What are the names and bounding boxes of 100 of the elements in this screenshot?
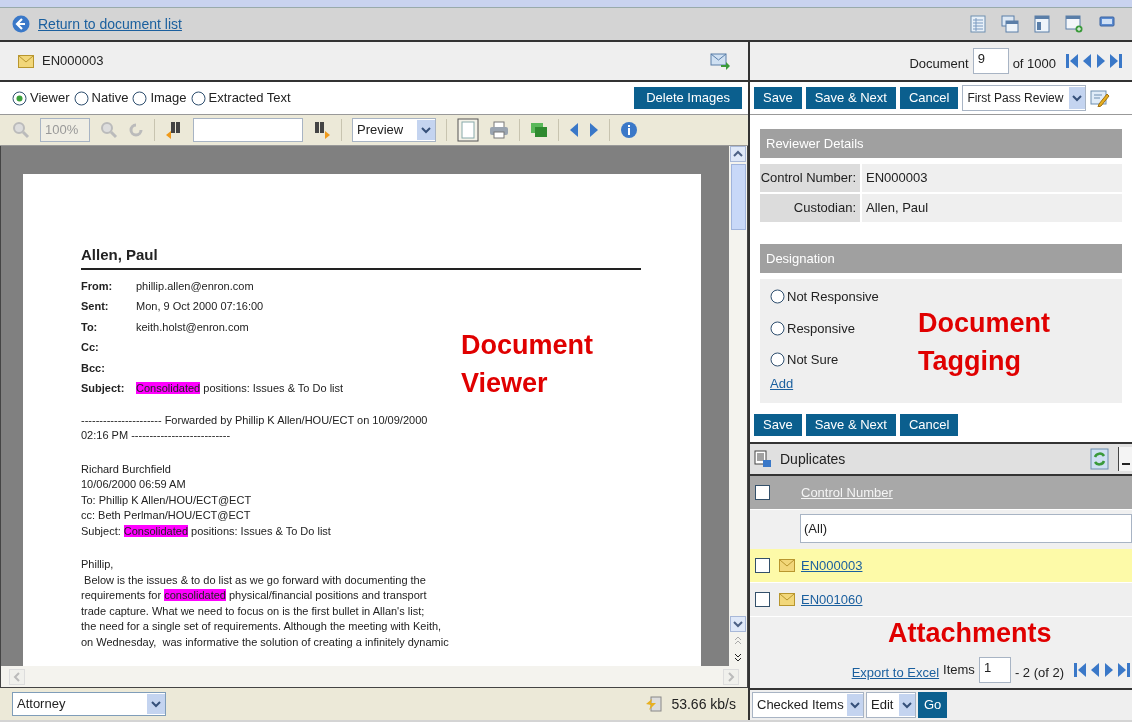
last-page-icon[interactable] (1118, 662, 1130, 678)
field-value: keith.holst@enron.com (136, 319, 249, 335)
layout-icon[interactable] (1034, 15, 1050, 33)
row-checkbox[interactable] (755, 592, 770, 607)
next-page-icon[interactable] (1096, 53, 1106, 69)
caret-icon (1072, 94, 1083, 102)
back-link[interactable]: Return to document list (38, 13, 182, 35)
table-row[interactable]: EN000003 (750, 549, 1132, 583)
refresh-icon[interactable] (1090, 448, 1110, 470)
next-page-icon[interactable] (589, 122, 599, 138)
view-mode-option[interactable]: Viewer (30, 88, 70, 108)
caret-icon (902, 701, 912, 709)
action-button[interactable]: Save & Next (805, 87, 896, 109)
field-label: Bcc: (81, 360, 106, 376)
designation-option[interactable]: Not Responsive (787, 287, 879, 307)
export-link[interactable]: Export to Excel (851, 663, 940, 683)
document-label: Document (909, 55, 969, 74)
document-line: 10/06/2000 06:59 AM (81, 477, 187, 492)
document-line: the need for a single set of requirements. Although the meeting with Keith, (81, 619, 443, 634)
document-list-icon (754, 450, 772, 468)
windows-icon[interactable] (1001, 15, 1019, 33)
next-page-icon[interactable] (1104, 662, 1114, 678)
find-previous-icon[interactable] (165, 121, 183, 139)
filter-field[interactable]: (All) (800, 514, 1132, 543)
previous-page-icon[interactable] (1090, 662, 1100, 678)
action-dropdown[interactable]: Edit (866, 692, 916, 718)
document-line: Phillip, (81, 557, 115, 572)
radio-icon[interactable] (770, 352, 785, 368)
field-label: To: (81, 319, 99, 335)
previous-page-icon[interactable] (1082, 53, 1092, 69)
document-line: cc: Beth Perlman/HOU/ECT@ECT (81, 508, 252, 523)
new-window-icon[interactable] (1065, 15, 1083, 33)
edit-layout-icon[interactable] (1090, 89, 1111, 107)
document-line: requirements for consolidated physical/financial positions and transport (81, 588, 428, 603)
first-page-icon[interactable] (1074, 662, 1086, 678)
connection-icon (645, 695, 664, 713)
document-number-field[interactable]: 9 (972, 48, 1009, 74)
document-line: ---------------------- Forwarded by Phillip K Allen/HOU/ECT on 10/09/2000 (81, 412, 429, 428)
document-line: on Wednesday, was informative the solution of creating a infinitely dynamic (81, 634, 450, 650)
annotation-label: Attachments (888, 617, 1052, 650)
first-page-icon[interactable] (1066, 53, 1078, 69)
print-icon[interactable] (489, 121, 509, 139)
field-value: Mon, 9 Oct 2000 07:16:00 (136, 299, 264, 314)
find-field[interactable] (193, 118, 303, 142)
designation-option[interactable]: Responsive (787, 318, 855, 338)
last-page-icon[interactable] (1110, 53, 1122, 69)
document-link[interactable]: EN000003 (799, 555, 863, 576)
document-line: To: Phillip K Allen/HOU/ECT@ECT (81, 492, 253, 508)
document-title: Allen, Paul (81, 244, 641, 270)
document-line: 02:16 PM --------------------------- (81, 428, 232, 443)
action-button[interactable]: Cancel (899, 87, 959, 109)
delete-images-button[interactable]: Delete Images (634, 87, 742, 109)
document-link[interactable]: EN001060 (799, 589, 863, 610)
field-label: Cc: (81, 340, 100, 355)
document-id: EN000003 (42, 52, 104, 71)
previous-page-icon[interactable] (569, 122, 579, 138)
radio-icon[interactable] (132, 90, 148, 106)
layers-icon[interactable] (530, 122, 548, 138)
speed-text: 53.66 kb/s (671, 694, 736, 714)
row-checkbox[interactable] (755, 558, 770, 573)
info-icon[interactable] (620, 121, 638, 139)
radio-icon[interactable] (190, 90, 206, 106)
section-header: Reviewer Details (760, 129, 1122, 158)
page-mode-dropdown[interactable]: Preview (352, 118, 436, 142)
layout-dropdown[interactable]: First Pass Review (962, 85, 1087, 111)
role-dropdown[interactable]: Attorney (12, 692, 166, 716)
view-mode-option[interactable]: Image (150, 88, 187, 108)
view-mode-option[interactable]: Native (91, 88, 129, 108)
items-range: - 2 (of 2) (1014, 664, 1064, 683)
caret-icon (151, 700, 161, 708)
envelope-icon (18, 54, 34, 68)
find-next-icon[interactable] (313, 121, 331, 139)
action-button[interactable]: Save & Next (805, 414, 896, 436)
select-all-checkbox[interactable] (755, 485, 770, 500)
radio-icon[interactable] (770, 320, 785, 336)
document-line: Richard Burchfield (81, 461, 172, 477)
forward-mail-icon[interactable] (710, 52, 730, 70)
back-icon[interactable] (12, 15, 30, 33)
collapse-button[interactable] (1118, 447, 1132, 471)
vertical-scrollbar[interactable] (729, 146, 747, 666)
radio-selected-icon[interactable] (12, 90, 27, 106)
go-button[interactable]: Go (918, 692, 948, 718)
action-button[interactable]: Cancel (899, 414, 959, 436)
field-label: Sent: (81, 299, 110, 314)
scroll-up-icon[interactable] (730, 146, 746, 162)
action-button[interactable]: Save (754, 414, 802, 436)
document-line: trade capture. What we need to focus on is the first bullet in Allan's list; (81, 603, 426, 619)
radio-icon[interactable] (73, 90, 89, 106)
view-mode-option[interactable]: Extracted Text (208, 88, 291, 108)
page-icon[interactable] (457, 118, 479, 142)
minimize-icon[interactable] (1098, 15, 1116, 29)
radio-icon[interactable] (770, 289, 785, 305)
add-link[interactable]: Add (770, 373, 794, 393)
annotation-label: Document Tagging (918, 307, 1051, 378)
scroll-down-icon[interactable] (730, 616, 746, 632)
scroll-thumb[interactable] (730, 164, 746, 230)
action-button[interactable]: Save (754, 87, 802, 109)
page-field[interactable]: 1 (978, 657, 1011, 683)
designation-option[interactable]: Not Sure (787, 350, 839, 370)
mass-action-dropdown[interactable]: Checked Items (752, 692, 864, 718)
